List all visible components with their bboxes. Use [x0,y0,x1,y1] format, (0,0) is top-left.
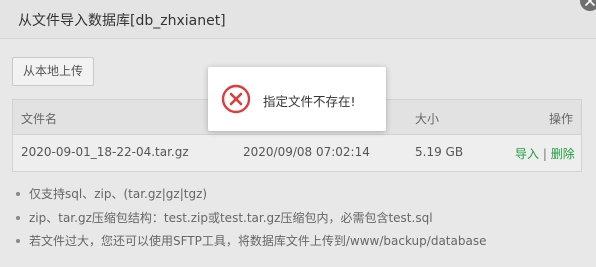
toast-message: 指定文件不存在! [263,94,356,109]
help-tips: 仅支持sql、zip、(tar.gz|gz|tgz) zip、tar.gz压缩包… [12,185,582,256]
column-header-filename: 文件名 [21,112,58,126]
close-icon [585,0,595,6]
error-toast: 指定文件不存在! [208,67,386,131]
import-link[interactable]: 导入 [515,147,539,161]
list-item: 若文件过大，您还可以使用SFTP工具，将数据库文件上传到/www/backup/… [12,232,582,256]
list-item: zip、tar.gz压缩包结构：test.zip或test.tar.gz压缩包内… [12,209,582,233]
row-actions: 导入 | 删除 [515,145,575,162]
dialog-title: 从文件导入数据库[db_zhxianet] [18,13,226,29]
row-modified-time: 2020/09/08 07:02:14 [243,145,370,159]
action-separator: | [542,147,547,161]
row-filename: 2020-09-01_18-22-04.tar.gz [21,145,189,159]
dialog-title-bar: 从文件导入数据库[db_zhxianet] [0,0,596,39]
list-item: 仅支持sql、zip、(tar.gz|gz|tgz) [12,185,582,209]
error-circle-icon [221,84,251,114]
column-header-actions: 操作 [549,112,574,126]
upload-local-button[interactable]: 从本地上传 [12,57,94,86]
table-row: 2020-09-01_18-22-04.tar.gz 2020/09/08 07… [13,136,581,171]
column-header-size: 大小 [415,112,440,126]
delete-link[interactable]: 删除 [551,147,575,161]
import-database-dialog: 从文件导入数据库[db_zhxianet] 从本地上传 文件名 大小 操作 20… [0,0,596,267]
row-size: 5.19 GB [415,145,464,159]
